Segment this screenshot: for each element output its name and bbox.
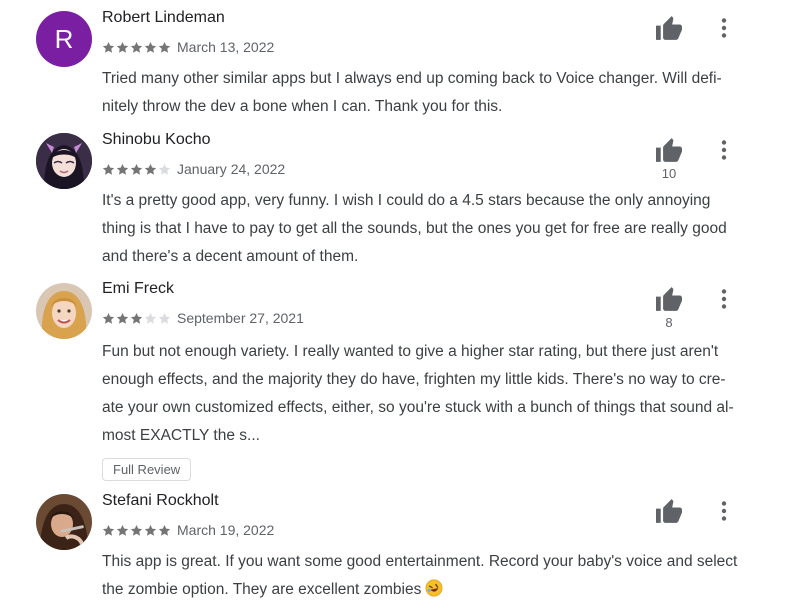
- star-rating: [102, 312, 172, 325]
- review-text-line: thing is that I have to pay to get all t…: [102, 220, 727, 237]
- star-rating: [102, 524, 172, 537]
- review-meta: January 24, 2022: [102, 160, 285, 178]
- thumbs-up-icon[interactable]: [654, 137, 684, 163]
- thumbs-up-icon[interactable]: [654, 15, 684, 41]
- star-rating: [102, 41, 172, 54]
- avatar: [36, 133, 92, 189]
- rolling-on-floor-laughing-emoji: [425, 579, 443, 597]
- star-filled-icon: [158, 524, 171, 536]
- star-filled-icon: [116, 41, 129, 53]
- review-text-line: Tried many other similar apps but I alwa…: [102, 70, 722, 87]
- avatar-image: [36, 133, 92, 189]
- star-filled-icon: [102, 41, 115, 53]
- avatar: [36, 283, 92, 339]
- review-text: It's a pretty good app, very funny. I wi…: [102, 187, 762, 271]
- more-vert-icon[interactable]: [712, 287, 736, 311]
- review-text: Fun but not enough variety. I really wan…: [102, 338, 762, 450]
- review-meta: March 19, 2022: [102, 521, 274, 539]
- review-text-line: This app is great. If you want some good…: [102, 553, 738, 570]
- review-meta: March 13, 2022: [102, 38, 274, 56]
- star-filled-icon: [130, 41, 143, 53]
- review-author: Emi Freck: [102, 280, 174, 297]
- review-meta: September 27, 2021: [102, 309, 304, 327]
- helpful-count: 10: [661, 166, 677, 181]
- review-author: Shinobu Kocho: [102, 131, 211, 148]
- avatar: [36, 494, 92, 550]
- more-vert-icon[interactable]: [712, 16, 736, 40]
- review-author: Stefani Rockholt: [102, 492, 219, 509]
- more-vert-icon[interactable]: [712, 499, 736, 523]
- star-filled-icon: [158, 41, 171, 53]
- review-date: January 24, 2022: [177, 161, 286, 177]
- review-text-line-content: the zombie option. They are excellent zo…: [102, 581, 422, 598]
- full-review-button[interactable]: Full Review: [102, 458, 192, 481]
- review-text-line: Fun but not enough variety. I really wan…: [102, 343, 719, 360]
- avatar: R: [36, 11, 92, 67]
- star-filled-icon: [102, 312, 115, 324]
- star-filled-icon: [130, 524, 143, 536]
- star-empty-icon: [158, 163, 171, 175]
- review-text-line: ate your own customized effects, either,…: [102, 399, 734, 416]
- star-filled-icon: [144, 41, 157, 53]
- star-filled-icon: [102, 163, 115, 175]
- helpful-count: 8: [665, 315, 673, 330]
- star-filled-icon: [144, 524, 157, 536]
- review-text-line: It's a pretty good app, very funny. I wi…: [102, 192, 711, 209]
- star-rating: [102, 163, 172, 176]
- review-date: March 19, 2022: [177, 522, 275, 538]
- avatar-letter: R: [54, 23, 74, 54]
- review-text-line: nitely throw the dev a bone when I can. …: [102, 98, 503, 115]
- review-author: Robert Lindeman: [102, 9, 225, 26]
- review-text-line: and there's a decent amount of them.: [102, 248, 359, 265]
- star-filled-icon: [102, 524, 115, 536]
- star-filled-icon: [130, 163, 143, 175]
- review-text-line: most EXACTLY the s...: [102, 427, 260, 444]
- review-date: March 13, 2022: [177, 39, 275, 55]
- review-text: This app is great. If you want some good…: [102, 548, 762, 604]
- star-filled-icon: [116, 524, 129, 536]
- review-text: Tried many other similar apps but I alwa…: [102, 65, 762, 121]
- avatar-image: [36, 494, 92, 550]
- more-vert-icon[interactable]: [712, 138, 736, 162]
- review-text-line: the zombie option. They are excellent zo…: [102, 576, 762, 604]
- star-filled-icon: [130, 312, 143, 324]
- star-empty-icon: [158, 312, 171, 324]
- star-filled-icon: [116, 163, 129, 175]
- star-empty-icon: [144, 312, 157, 324]
- thumbs-up-icon[interactable]: [654, 286, 684, 312]
- avatar-image: [36, 283, 92, 339]
- star-filled-icon: [144, 163, 157, 175]
- review-date: September 27, 2021: [177, 310, 304, 326]
- thumbs-up-icon[interactable]: [654, 498, 684, 524]
- review-text-line: enough effects, and the majority they do…: [102, 371, 726, 388]
- star-filled-icon: [116, 312, 129, 324]
